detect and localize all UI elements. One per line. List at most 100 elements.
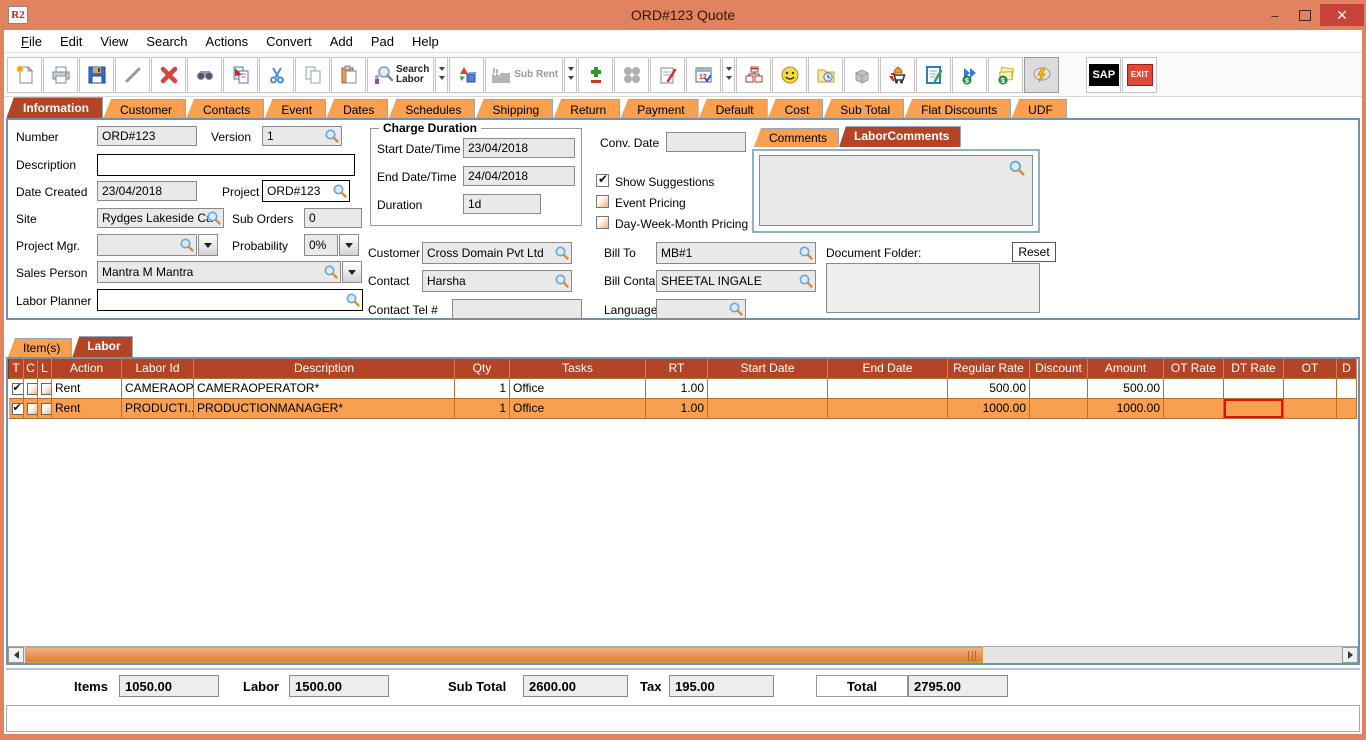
labor-comments-textarea[interactable] bbox=[759, 155, 1033, 226]
duration-field[interactable]: 1d bbox=[463, 194, 541, 214]
col-end-date[interactable]: End Date bbox=[828, 359, 948, 378]
cell-qty[interactable]: 1 bbox=[455, 398, 510, 418]
col-amount[interactable]: Amount bbox=[1088, 359, 1164, 378]
cell-action[interactable]: Rent bbox=[52, 398, 122, 418]
cell-start-date[interactable] bbox=[708, 378, 828, 398]
cell-rt[interactable]: 1.00 bbox=[646, 378, 708, 398]
cell-amount[interactable]: 500.00 bbox=[1088, 378, 1164, 398]
tab-items[interactable]: Item(s) bbox=[8, 338, 72, 357]
col-labor-id[interactable]: Labor Id bbox=[122, 359, 194, 378]
probability-field[interactable]: 0% bbox=[304, 234, 338, 256]
col-start-date[interactable]: Start Date bbox=[708, 359, 828, 378]
row1-c-checkbox[interactable] bbox=[27, 383, 38, 395]
col-qty[interactable]: Qty bbox=[455, 359, 510, 378]
row2-t-checkbox[interactable] bbox=[12, 403, 24, 415]
tab-schedules[interactable]: Schedules bbox=[388, 99, 475, 119]
cell-d[interactable] bbox=[1337, 378, 1357, 398]
payment-button[interactable]: $ bbox=[952, 57, 987, 93]
site-search-icon[interactable] bbox=[206, 210, 222, 226]
new-button[interactable] bbox=[7, 57, 42, 93]
project-field[interactable]: ORD#123 bbox=[262, 180, 350, 202]
bill-contact-field[interactable]: SHEETAL INGALE bbox=[656, 270, 816, 292]
language-field[interactable] bbox=[656, 299, 746, 319]
close-button[interactable]: ✕ bbox=[1320, 4, 1364, 26]
scrollbar-thumb[interactable] bbox=[25, 647, 983, 663]
tab-sub-total[interactable]: Sub Total bbox=[823, 99, 904, 119]
cell-end-date[interactable] bbox=[828, 378, 948, 398]
cell-labor-id[interactable]: PRODUCTI... bbox=[122, 398, 194, 418]
show-suggestions-checkbox[interactable] bbox=[596, 174, 609, 187]
version-search-icon[interactable] bbox=[324, 128, 340, 144]
save-button[interactable] bbox=[79, 57, 114, 93]
cell-action[interactable]: Rent bbox=[52, 378, 122, 398]
tab-default[interactable]: Default bbox=[699, 99, 768, 119]
horizontal-scrollbar[interactable] bbox=[8, 646, 1358, 663]
project-mgr-dropdown[interactable] bbox=[198, 234, 218, 256]
col-l[interactable]: L bbox=[38, 359, 52, 378]
comments-search-icon[interactable] bbox=[1008, 159, 1026, 177]
col-ot[interactable]: OT bbox=[1284, 359, 1337, 378]
invoice-button[interactable]: $ bbox=[988, 57, 1023, 93]
col-dt-rate[interactable]: DT Rate bbox=[1224, 359, 1284, 378]
contact-tel-field[interactable] bbox=[452, 299, 582, 319]
customer-field[interactable]: Cross Domain Pvt Ltd bbox=[422, 242, 572, 264]
probability-dropdown[interactable] bbox=[339, 234, 359, 256]
folder-history-button[interactable] bbox=[808, 57, 843, 93]
tab-return[interactable]: Return bbox=[553, 99, 620, 119]
sap-button[interactable]: SAP bbox=[1086, 57, 1121, 93]
cell-discount[interactable] bbox=[1030, 378, 1088, 398]
copy-button[interactable] bbox=[295, 57, 330, 93]
dwm-pricing-checkbox[interactable] bbox=[596, 216, 609, 229]
customer-search-icon[interactable] bbox=[554, 245, 570, 261]
bill-contact-search-icon[interactable] bbox=[798, 273, 814, 289]
cell-end-date[interactable] bbox=[828, 398, 948, 418]
col-description[interactable]: Description bbox=[194, 359, 455, 378]
paste-button[interactable] bbox=[331, 57, 366, 93]
menu-add[interactable]: Add bbox=[321, 31, 362, 52]
purchase-button[interactable] bbox=[880, 57, 915, 93]
labor-planner-field[interactable] bbox=[97, 289, 363, 311]
print-button[interactable] bbox=[43, 57, 78, 93]
maximize-button[interactable] bbox=[1290, 4, 1320, 26]
col-rt[interactable]: RT bbox=[646, 359, 708, 378]
edit-notes-button[interactable] bbox=[650, 57, 685, 93]
table-row-selected[interactable]: Rent PRODUCTI... PRODUCTIONMANAGER* 1 Of… bbox=[9, 398, 1357, 418]
sales-person-search-icon[interactable] bbox=[323, 264, 339, 280]
org-chart-button[interactable] bbox=[736, 57, 771, 93]
minimize-button[interactable]: – bbox=[1260, 4, 1290, 26]
project-mgr-search-icon[interactable] bbox=[179, 237, 195, 253]
delete-button[interactable] bbox=[151, 57, 186, 93]
sub-rent-dropdown[interactable] bbox=[564, 57, 577, 93]
description-field[interactable] bbox=[97, 154, 355, 176]
menu-pad[interactable]: Pad bbox=[362, 31, 403, 52]
edit-button[interactable] bbox=[115, 57, 150, 93]
contact-field[interactable]: Harsha bbox=[422, 270, 572, 292]
cell-ot[interactable] bbox=[1284, 378, 1337, 398]
tab-event[interactable]: Event bbox=[264, 99, 326, 119]
cell-discount[interactable] bbox=[1030, 398, 1088, 418]
tab-shipping[interactable]: Shipping bbox=[475, 99, 553, 119]
scroll-right-button[interactable] bbox=[1342, 647, 1358, 663]
project-mgr-field[interactable] bbox=[97, 234, 197, 256]
cell-description[interactable]: CAMERAOPERATOR* bbox=[194, 378, 455, 398]
copy-order-button[interactable] bbox=[223, 57, 258, 93]
menu-help[interactable]: Help bbox=[403, 31, 448, 52]
exit-button[interactable]: EXIT bbox=[1122, 57, 1157, 93]
tab-payment[interactable]: Payment bbox=[620, 99, 698, 119]
cell-ot[interactable] bbox=[1284, 398, 1337, 418]
lightning-button[interactable] bbox=[1024, 57, 1059, 93]
col-discount[interactable]: Discount bbox=[1030, 359, 1088, 378]
edit-document-button[interactable] bbox=[916, 57, 951, 93]
cell-tasks[interactable]: Office bbox=[510, 378, 646, 398]
site-field[interactable]: Rydges Lakeside Ca bbox=[97, 208, 224, 228]
cell-description[interactable]: PRODUCTIONMANAGER* bbox=[194, 398, 455, 418]
end-date-field[interactable]: 24/04/2018 bbox=[463, 166, 575, 186]
tab-labor[interactable]: Labor bbox=[72, 336, 132, 357]
tab-flat-discounts[interactable]: Flat Discounts bbox=[904, 99, 1011, 119]
row2-c-checkbox[interactable] bbox=[27, 403, 38, 415]
cell-ot-rate[interactable] bbox=[1164, 398, 1224, 418]
event-pricing-checkbox[interactable] bbox=[596, 195, 609, 208]
table-row[interactable]: Rent CAMERAOP... CAMERAOPERATOR* 1 Offic… bbox=[9, 378, 1357, 398]
cell-d[interactable] bbox=[1337, 398, 1357, 418]
cell-labor-id[interactable]: CAMERAOP... bbox=[122, 378, 194, 398]
